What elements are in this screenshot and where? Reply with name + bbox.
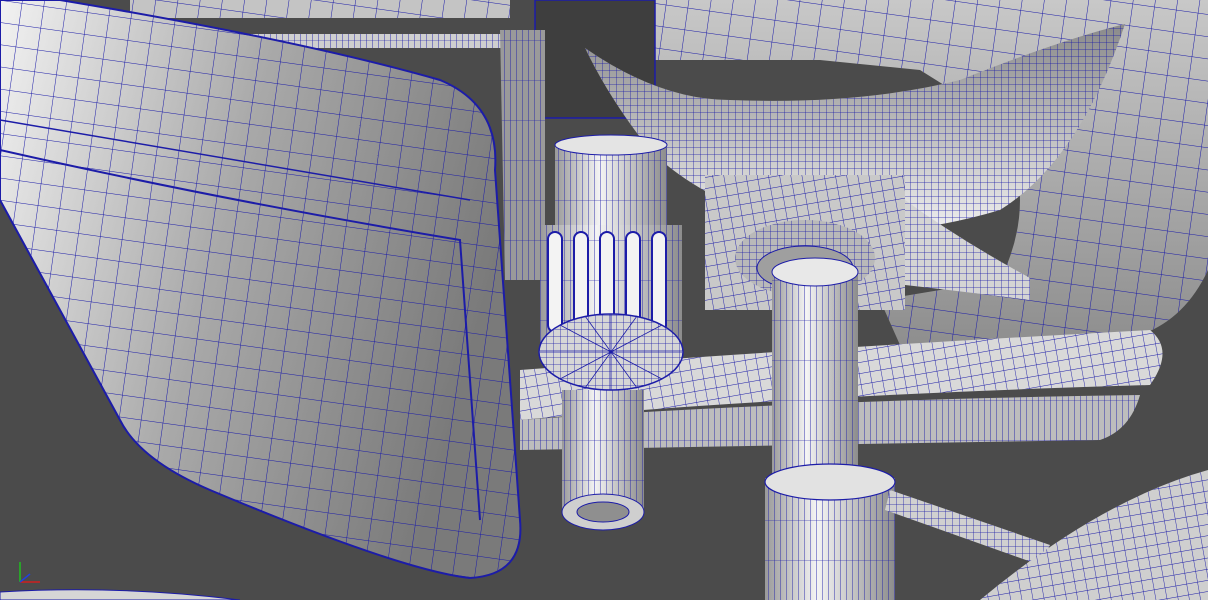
base-edge: [0, 589, 241, 600]
armrest-pad[interactable]: [0, 0, 522, 580]
star-base-leg[interactable]: [885, 470, 1208, 600]
3d-viewport[interactable]: [0, 0, 1208, 600]
tilt-knob[interactable]: [538, 134, 684, 531]
view-axis-icon: [14, 558, 44, 588]
